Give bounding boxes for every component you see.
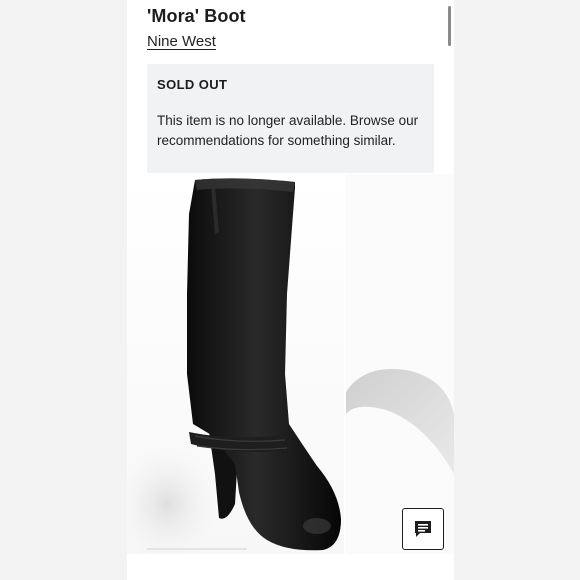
product-image-gallery[interactable] bbox=[127, 174, 454, 554]
notice-message: This item is no longer available. Browse… bbox=[157, 113, 419, 148]
chat-button[interactable] bbox=[402, 508, 444, 550]
product-image-main[interactable] bbox=[127, 174, 344, 554]
black-knee-high-boot-photo bbox=[127, 178, 341, 554]
brand-link[interactable]: Nine West bbox=[147, 33, 216, 50]
boot-shadow-photo bbox=[346, 368, 454, 474]
scrollbar[interactable] bbox=[448, 6, 451, 46]
notice-status: SOLD OUT bbox=[157, 77, 228, 92]
product-image-secondary[interactable] bbox=[346, 174, 454, 554]
gallery-progress bbox=[147, 548, 247, 550]
sold-out-notice: SOLD OUT This item is no longer availabl… bbox=[147, 64, 434, 173]
product-page: 'Mora' Boot Nine West SOLD OUT This item… bbox=[127, 0, 454, 580]
product-title: 'Mora' Boot bbox=[147, 6, 246, 26]
chat-bubble-icon bbox=[415, 521, 431, 537]
